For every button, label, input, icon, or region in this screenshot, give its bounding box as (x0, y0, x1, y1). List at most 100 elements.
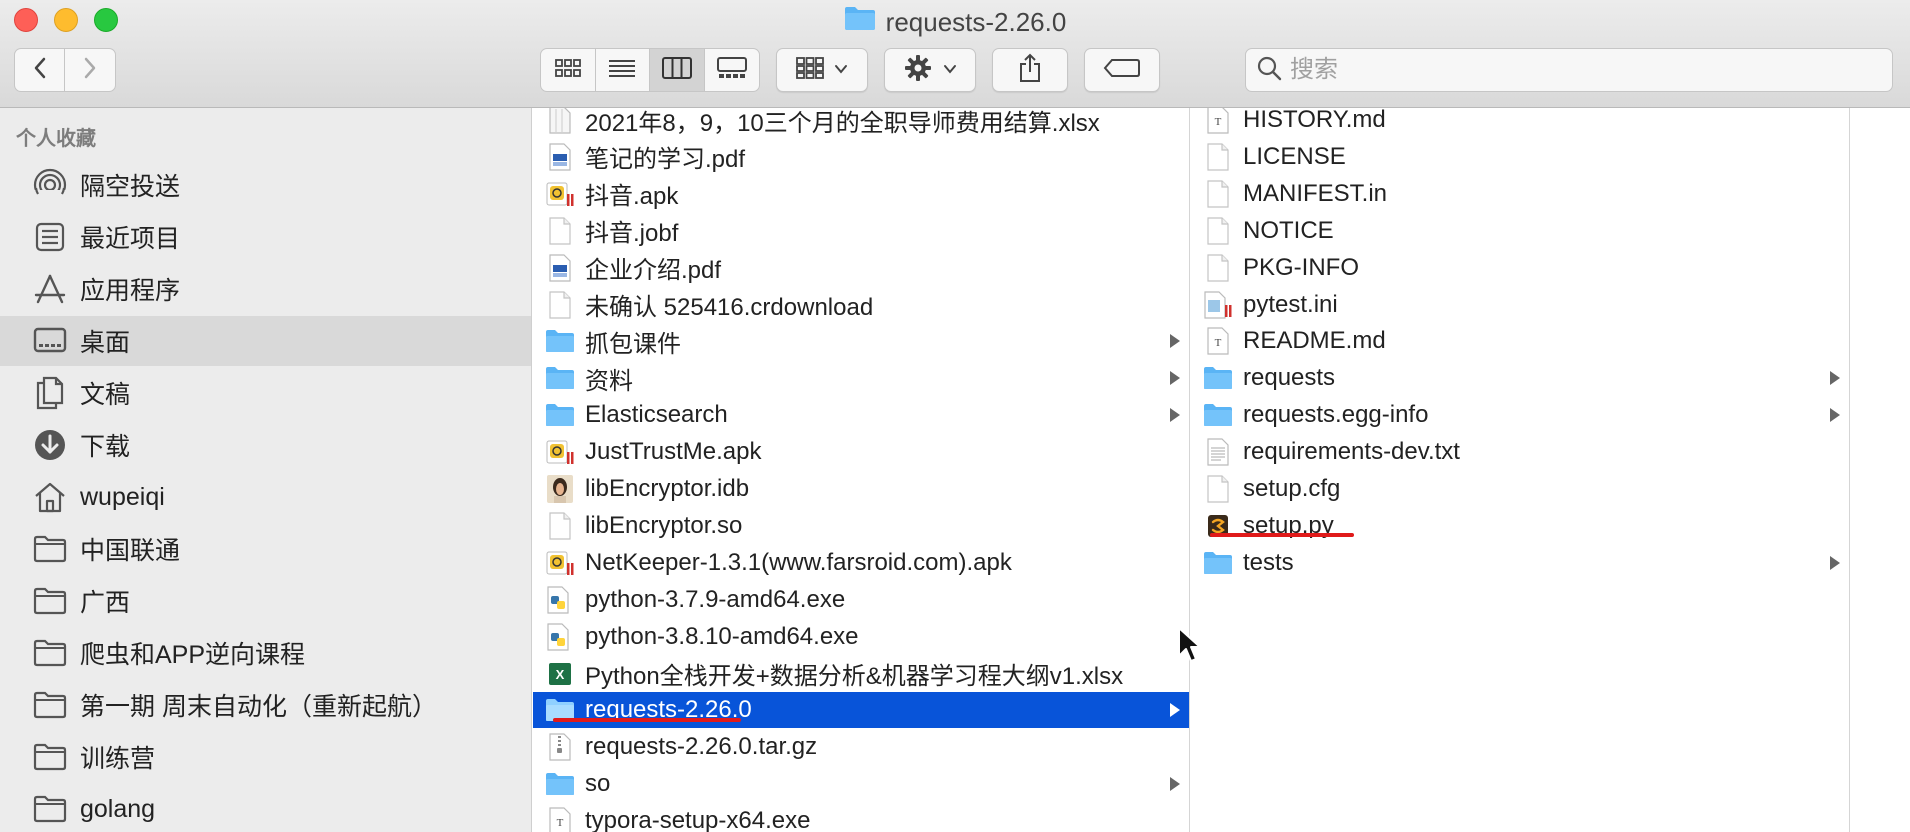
file-row-pkg-info[interactable]: PKG-INFO (1191, 250, 1849, 286)
file-row-typora-setup-x64-exe[interactable]: Ttypora-setup-x64.exe (533, 803, 1189, 832)
requests-folder-column: T HISTORY.md LICENSE MANIFEST.in NOTICE PKG-I… (1191, 108, 1850, 832)
file-row-libencryptor-idb[interactable]: libEncryptor.idb (533, 471, 1189, 507)
file-row-python-3-8-10-amd64-exe[interactable]: python-3.8.10-amd64.exe (533, 619, 1189, 655)
sidebar-item-documents[interactable]: 文稿 (0, 368, 531, 418)
sidebar-item-label: 中国联通 (80, 537, 181, 565)
svg-text:T: T (1215, 337, 1222, 349)
columns-icon (661, 56, 692, 84)
item-name: Python全栈开发+数据分析&机器学习程大纲v1.xlsx (585, 663, 1124, 690)
sidebar-section-favorites: 个人收藏 (16, 128, 96, 150)
sidebar-item-weekend-automation[interactable]: 第一期 周末自动化（重新起航） (0, 680, 531, 730)
sidebar-item-airdrop[interactable]: 隔空投送 (0, 160, 531, 210)
item-name: NOTICE (1243, 216, 1334, 244)
file-row-requirements-dev-txt[interactable]: requirements-dev.txt (1191, 434, 1849, 470)
file-row-history-md[interactable]: T HISTORY.md (1191, 108, 1849, 138)
group-icon (796, 56, 824, 84)
column-view-button[interactable] (650, 49, 705, 91)
file-row-pdf[interactable]: 笔记的学习.pdf (533, 139, 1189, 175)
folder-row-requests-2-26-0[interactable]: requests-2.26.0 (533, 692, 1189, 729)
spreadsheet-icon (545, 108, 575, 136)
search-input[interactable] (1290, 56, 1850, 84)
item-name: NetKeeper-1.3.1(www.farsroid.com).apk (585, 548, 1012, 576)
search-icon (1256, 55, 1282, 86)
file-row-license[interactable]: LICENSE (1191, 139, 1849, 175)
file-row-notice[interactable]: NOTICE (1191, 213, 1849, 249)
folder-icon (545, 325, 575, 357)
documents-icon (32, 375, 68, 411)
forward-button[interactable] (65, 49, 115, 91)
file-row-manifest-in[interactable]: MANIFEST.in (1191, 176, 1849, 212)
item-name: so (585, 770, 611, 798)
sidebar-item-label: 训练营 (80, 745, 156, 773)
sidebar-item-downloads[interactable]: 下载 (0, 420, 531, 470)
sidebar-item-training-camp[interactable]: 训练营 (0, 732, 531, 782)
back-button[interactable] (15, 49, 65, 91)
sidebar-item-label: 第一期 周末自动化（重新起航） (80, 693, 437, 721)
file-row-525416-crdownload[interactable]: 未确认 525416.crdownload (533, 287, 1189, 323)
sidebar-item-label: 爬虫和APP逆向课程 (80, 641, 306, 669)
list-view-button[interactable] (596, 49, 650, 91)
file-row-netkeeper-1-3-1-www-farsroid-com-apk[interactable]: NetKeeper-1.3.1(www.farsroid.com).apk (533, 545, 1189, 581)
disclosure-arrow-icon (1165, 692, 1185, 728)
tags-button[interactable] (1084, 48, 1160, 92)
file-icon (1203, 252, 1233, 284)
folder-row-item[interactable]: 资料 (533, 360, 1189, 396)
file-row-requests-2-26-0-tar-gz[interactable]: requests-2.26.0.tar.gz (533, 729, 1189, 765)
item-name: python-3.7.9-amd64.exe (585, 585, 846, 613)
group-by-button[interactable] (776, 48, 868, 92)
window-toolbar: requests-2.26.0 (0, 0, 1910, 108)
file-row-2021-8-9-10-xlsx[interactable]: 2021年8，9，10三个月的全职导师费用结算.xlsx (533, 108, 1189, 138)
item-name: 抓包课件 (585, 330, 681, 358)
folder-row-elasticsearch[interactable]: Elasticsearch (533, 397, 1189, 433)
sidebar-item-crawler-course[interactable]: 爬虫和APP逆向课程 (0, 628, 531, 678)
sidebar-item-golang[interactable]: golang (0, 784, 531, 832)
chevron-right-icon (82, 56, 98, 85)
view-mode-switcher (540, 48, 760, 92)
file-row-jobf[interactable]: 抖音.jobf (533, 213, 1189, 249)
file-row-pdf[interactable]: 企业介绍.pdf (533, 250, 1189, 286)
folder-icon (32, 635, 68, 671)
icon-view-button[interactable] (541, 49, 596, 91)
share-button[interactable] (992, 48, 1068, 92)
item-name: MANIFEST.in (1243, 179, 1388, 207)
sidebar-item-home[interactable]: wupeiqi (0, 472, 531, 522)
text-document-icon: T (1203, 108, 1233, 136)
file-row-justtrustme-apk[interactable]: JustTrustMe.apk (533, 434, 1189, 470)
item-name: requests.egg-info (1243, 401, 1429, 429)
gallery-view-button[interactable] (705, 49, 760, 91)
file-row-readme-md[interactable]: T README.md (1191, 323, 1849, 359)
sidebar-item-guangxi[interactable]: 广西 (0, 576, 531, 626)
chevron-down-icon (834, 61, 848, 79)
item-name: 抖音.jobf (585, 220, 679, 248)
folder-row-requests-egg-info[interactable]: requests.egg-info (1191, 397, 1849, 433)
folder-row-requests[interactable]: requests (1191, 360, 1849, 396)
folder-icon (1203, 547, 1233, 579)
search-field[interactable] (1245, 48, 1893, 92)
file-icon (1203, 178, 1233, 210)
file-row-setup-py[interactable]: setup.py (1191, 508, 1849, 544)
action-menu-button[interactable] (884, 48, 976, 92)
item-name: typora-setup-x64.exe (585, 807, 811, 832)
folder-icon (32, 739, 68, 775)
archive-icon (545, 731, 575, 763)
file-row-pytest-ini[interactable]: pytest.ini (1191, 287, 1849, 323)
sidebar-item-china-unicom[interactable]: 中国联通 (0, 524, 531, 574)
sidebar-item-desktop[interactable]: 桌面 (0, 316, 531, 366)
list-icon (608, 58, 636, 83)
folder-row-tests[interactable]: tests (1191, 545, 1849, 581)
item-name: 抖音.apk (585, 183, 679, 211)
folder-row-so[interactable]: so (533, 766, 1189, 802)
file-row-libencryptor-so[interactable]: libEncryptor.so (533, 508, 1189, 544)
sidebar-item-recents[interactable]: 最近项目 (0, 212, 531, 262)
file-row-setup-cfg[interactable]: setup.cfg (1191, 471, 1849, 507)
disclosure-arrow-icon (1825, 545, 1845, 581)
folder-row-item[interactable]: 抓包课件 (533, 323, 1189, 359)
file-row-python-3-7-9-amd64-exe[interactable]: python-3.7.9-amd64.exe (533, 582, 1189, 618)
file-row-python-v1-xlsx[interactable]: X Python全栈开发+数据分析&机器学习程大纲v1.xlsx (533, 656, 1189, 692)
item-name: Elasticsearch (585, 401, 728, 429)
file-row-apk[interactable]: 抖音.apk (533, 176, 1189, 212)
sidebar-item-label: 应用程序 (80, 277, 181, 305)
file-icon (545, 215, 575, 247)
sidebar-item-applications[interactable]: 应用程序 (0, 264, 531, 314)
recents-icon (32, 219, 68, 255)
